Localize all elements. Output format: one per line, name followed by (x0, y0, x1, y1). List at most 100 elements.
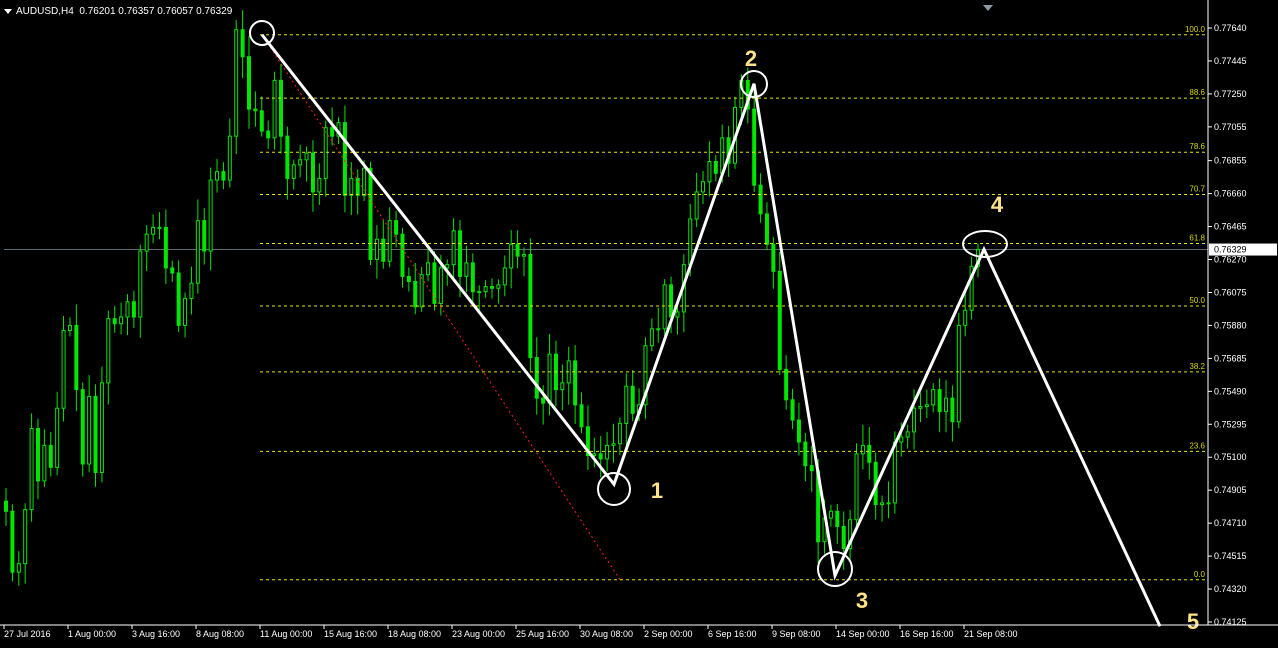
candle-body (67, 324, 72, 331)
time-tick-label: 15 Aug 16:00 (324, 629, 377, 639)
red-dotted-trend-line (261, 34, 621, 581)
candle-body (477, 291, 482, 294)
candle-body (208, 179, 213, 252)
candle-body (157, 226, 162, 229)
price-tick-label: 0.76855 (1214, 156, 1247, 166)
candle-body (291, 164, 296, 179)
candle-body (368, 167, 373, 261)
candle-body (758, 184, 763, 215)
candle-body (35, 428, 40, 482)
price-axis: 0.77640 0.77445 0.77250 0.77055 0.76855 0.766… (1207, 0, 1277, 627)
candle-body (752, 108, 757, 186)
fib-level-label: 61.8 (1189, 233, 1205, 242)
candle-body (195, 220, 200, 284)
chart-window[interactable]: AUDUSD,H4 0.76201 0.76357 0.76057 0.7632… (0, 0, 1278, 648)
candle-body (163, 226, 168, 269)
candle-body (886, 502, 891, 505)
wave-pivot-circle (597, 472, 631, 506)
candle-body (624, 385, 629, 424)
candle-body (521, 253, 526, 257)
price-tick-label: 0.74515 (1214, 551, 1247, 561)
candle-body (458, 230, 463, 277)
fib-level-label: 23.6 (1189, 441, 1205, 450)
candle-body (387, 220, 392, 262)
price-tick-label: 0.76075 (1214, 287, 1247, 297)
candle-body (605, 444, 610, 460)
price-tick-label: 0.76270 (1214, 255, 1247, 265)
price-chart[interactable]: 100.088.678.670.761.850.038.223.60.0 123… (0, 0, 1278, 648)
time-tick-label: 16 Sep 16:00 (900, 629, 954, 639)
time-tick-label: 14 Sep 00:00 (836, 629, 890, 639)
fib-level-label: 78.6 (1189, 142, 1205, 151)
wave-number-label: 2 (745, 46, 757, 71)
price-tick-label: 0.75490 (1214, 386, 1247, 396)
candle-body (707, 161, 712, 183)
candle-body (541, 397, 546, 404)
time-tick-label: 8 Aug 08:00 (196, 629, 244, 639)
candle-body (106, 318, 111, 384)
candle-body (215, 171, 220, 181)
candle-body (502, 267, 507, 286)
candle-body (323, 127, 328, 179)
candle-body (285, 135, 290, 179)
price-tick-label: 0.74710 (1214, 518, 1247, 528)
price-tick-label: 0.77640 (1214, 23, 1247, 33)
candle-body (342, 122, 347, 196)
time-tick-label: 6 Sep 16:00 (708, 629, 757, 639)
candle-body (470, 262, 475, 293)
candle-body (317, 177, 322, 193)
time-tick-label: 11 Aug 00:00 (260, 629, 312, 639)
candle-body (790, 399, 795, 421)
candle-body (240, 29, 245, 58)
candle-body (374, 238, 379, 261)
candle-body (310, 152, 315, 193)
candle-body (764, 213, 769, 245)
candle-body (80, 389, 85, 465)
candle-body (828, 510, 833, 519)
price-tick-label: 0.75880 (1214, 320, 1247, 330)
candle-body (835, 510, 840, 528)
price-tick-label: 0.75295 (1214, 419, 1247, 429)
candle-body (649, 328, 654, 347)
candle-body (611, 443, 616, 446)
time-tick-label: 21 Sep 08:00 (964, 629, 1018, 639)
candle-body (451, 230, 456, 266)
candle-body (266, 130, 271, 139)
candle-body (841, 526, 846, 549)
candle-body (138, 250, 143, 318)
candle-body (796, 419, 801, 443)
candle-body (221, 171, 226, 181)
candle-body (362, 167, 367, 196)
candle-body (483, 286, 488, 293)
wave-polyline (260, 33, 1162, 627)
candle-body (125, 301, 130, 318)
candle-body (227, 135, 232, 181)
candle-body (87, 395, 92, 465)
candle-body (617, 422, 622, 445)
candle-body (419, 274, 424, 308)
price-tick-label: 0.76465 (1214, 222, 1247, 232)
time-tick-label: 1 Aug 00:00 (68, 629, 116, 639)
candle-body (272, 79, 277, 139)
candle-body (713, 161, 718, 174)
candle-body (42, 444, 47, 482)
candle-body (656, 328, 661, 331)
trend-line-layer (261, 34, 621, 581)
candle-body (298, 159, 303, 166)
candle-body (662, 284, 667, 330)
candle-body (304, 152, 309, 161)
candle-body (278, 79, 283, 137)
candle-body (905, 431, 910, 438)
candles-layer (4, 10, 980, 586)
candle-body (151, 226, 156, 235)
candle-body (912, 407, 917, 433)
candle-body (23, 509, 28, 565)
candle-body (234, 29, 239, 137)
candle-body (349, 177, 354, 196)
candle-body (496, 284, 501, 289)
fib-level-label: 88.6 (1189, 88, 1205, 97)
candle-body (176, 272, 181, 326)
candle-body (956, 324, 961, 423)
candle-body (509, 243, 514, 269)
candle-body (394, 220, 399, 235)
